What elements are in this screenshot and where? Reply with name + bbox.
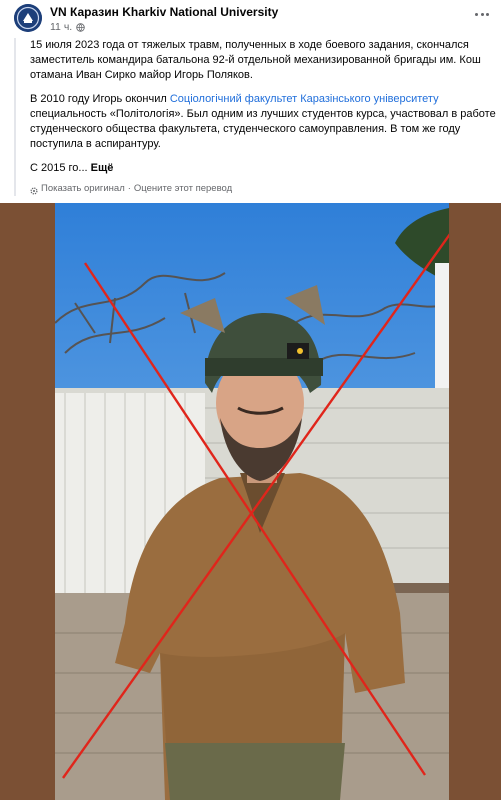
post-paragraph-3: С 2015 го... Ещё	[30, 161, 500, 176]
paragraph-2-text-end: специальность «Політологія». Был одним и…	[30, 108, 496, 150]
facebook-post: VN Каразин Kharkiv National University 1…	[0, 0, 501, 800]
show-original-link[interactable]: Показать оригинал	[41, 181, 125, 196]
see-more-link[interactable]: Ещё	[91, 162, 114, 174]
post-body: 15 июля 2023 года от тяжелых травм, полу…	[14, 38, 500, 196]
translate-separator: ·	[127, 183, 131, 194]
rate-translation-link[interactable]: Оцените этот перевод	[134, 181, 232, 196]
translate-gear-icon	[30, 185, 38, 195]
post-author[interactable]: VN Каразин Kharkiv National University	[50, 5, 278, 19]
more-options-icon[interactable]	[470, 4, 494, 24]
post-time[interactable]: 11 ч.	[50, 21, 72, 33]
university-logo-icon[interactable]	[14, 4, 42, 32]
post-paragraph-1: 15 июля 2023 года от тяжелых травм, полу…	[30, 39, 481, 81]
translation-bar: Показать оригинал · Оцените этот перевод	[30, 181, 500, 196]
post-photo-container[interactable]	[0, 203, 501, 800]
post-paragraph-2: В 2010 году Игорь окончил Соціологічний …	[30, 92, 500, 152]
post-photo[interactable]	[55, 203, 449, 800]
post-header: VN Каразин Kharkiv National University 1…	[14, 2, 494, 36]
globe-icon	[76, 22, 85, 32]
paragraph-3-text: С 2015 го...	[30, 162, 88, 174]
paragraph-2-text-start: В 2010 году Игорь окончил	[30, 93, 170, 105]
post-meta: 11 ч.	[50, 21, 85, 33]
faculty-link[interactable]: Соціологічний факультет Каразінського ун…	[170, 93, 439, 105]
